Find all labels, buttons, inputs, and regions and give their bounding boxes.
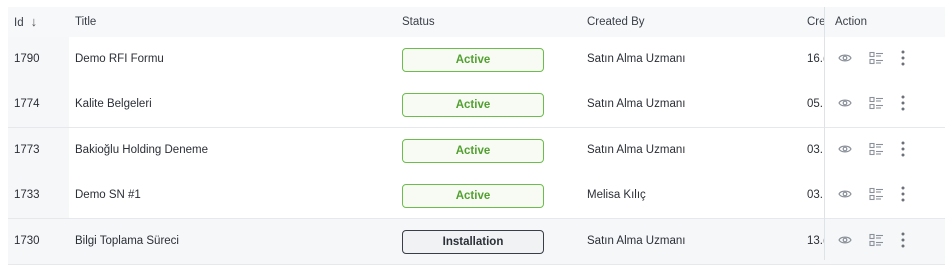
column-label-id: Id: [14, 17, 24, 29]
column-header-id[interactable]: Id ↓: [14, 7, 69, 37]
row-created-by: Satın Alma Uzmanı: [587, 144, 686, 156]
table-row[interactable]: 1730 Bilgi Toplama Süreci Installation Satı…: [8, 219, 945, 265]
row-created-by: Melisa Kılıç: [587, 189, 646, 201]
row-created: 03.: [807, 144, 823, 156]
status-badge: Active: [402, 184, 544, 208]
row-id: 1730: [14, 235, 40, 247]
sort-desc-icon[interactable]: ↓: [31, 14, 38, 29]
column-header-created-by[interactable]: Created By: [587, 7, 777, 37]
row-id: 1773: [14, 144, 40, 156]
status-badge: Active: [402, 139, 544, 163]
column-header-title[interactable]: Title: [75, 7, 375, 37]
table-row[interactable]: 1773 Bakioğlu Holding Deneme Active Satın A…: [8, 128, 945, 174]
table-header: Id ↓ Title Status Created By Cre Action: [8, 7, 945, 38]
row-created: 03.: [807, 189, 823, 201]
row-title[interactable]: Bakioğlu Holding Deneme: [75, 128, 395, 173]
row-title[interactable]: Demo RFI Formu: [75, 37, 395, 82]
table-row[interactable]: 1774 Kalite Belgeleri Active Satın Alma Uzm…: [8, 82, 945, 128]
row-created-by: Satın Alma Uzmanı: [587, 53, 686, 65]
table-row[interactable]: 1790 Demo RFI Formu Active Satın Alma Uzman…: [8, 37, 945, 83]
row-created: 05.: [807, 98, 823, 110]
row-id: 1790: [14, 53, 40, 65]
row-title[interactable]: Kalite Belgeleri: [75, 82, 395, 127]
row-created-by: Satın Alma Uzmanı: [587, 98, 686, 110]
records-table: Id ↓ Title Status Created By Cre Action 1…: [8, 7, 945, 265]
table-row[interactable]: 1733 Demo SN #1 Active Melisa Kılıç 03.: [8, 173, 945, 219]
row-created-by: Satın Alma Uzmanı: [587, 235, 686, 247]
row-id: 1733: [14, 189, 40, 201]
row-title[interactable]: Bilgi Toplama Süreci: [75, 219, 395, 264]
status-badge: Installation: [402, 230, 544, 254]
row-id: 1774: [14, 98, 40, 110]
status-badge: Active: [402, 48, 544, 72]
status-badge: Active: [402, 93, 544, 117]
column-header-created[interactable]: Cre: [807, 7, 824, 37]
action-column-divider: [824, 7, 945, 260]
row-created: 16.(: [807, 53, 824, 65]
row-title[interactable]: Demo SN #1: [75, 173, 395, 218]
column-header-status[interactable]: Status: [402, 7, 552, 37]
row-created: 13.(: [807, 235, 824, 247]
